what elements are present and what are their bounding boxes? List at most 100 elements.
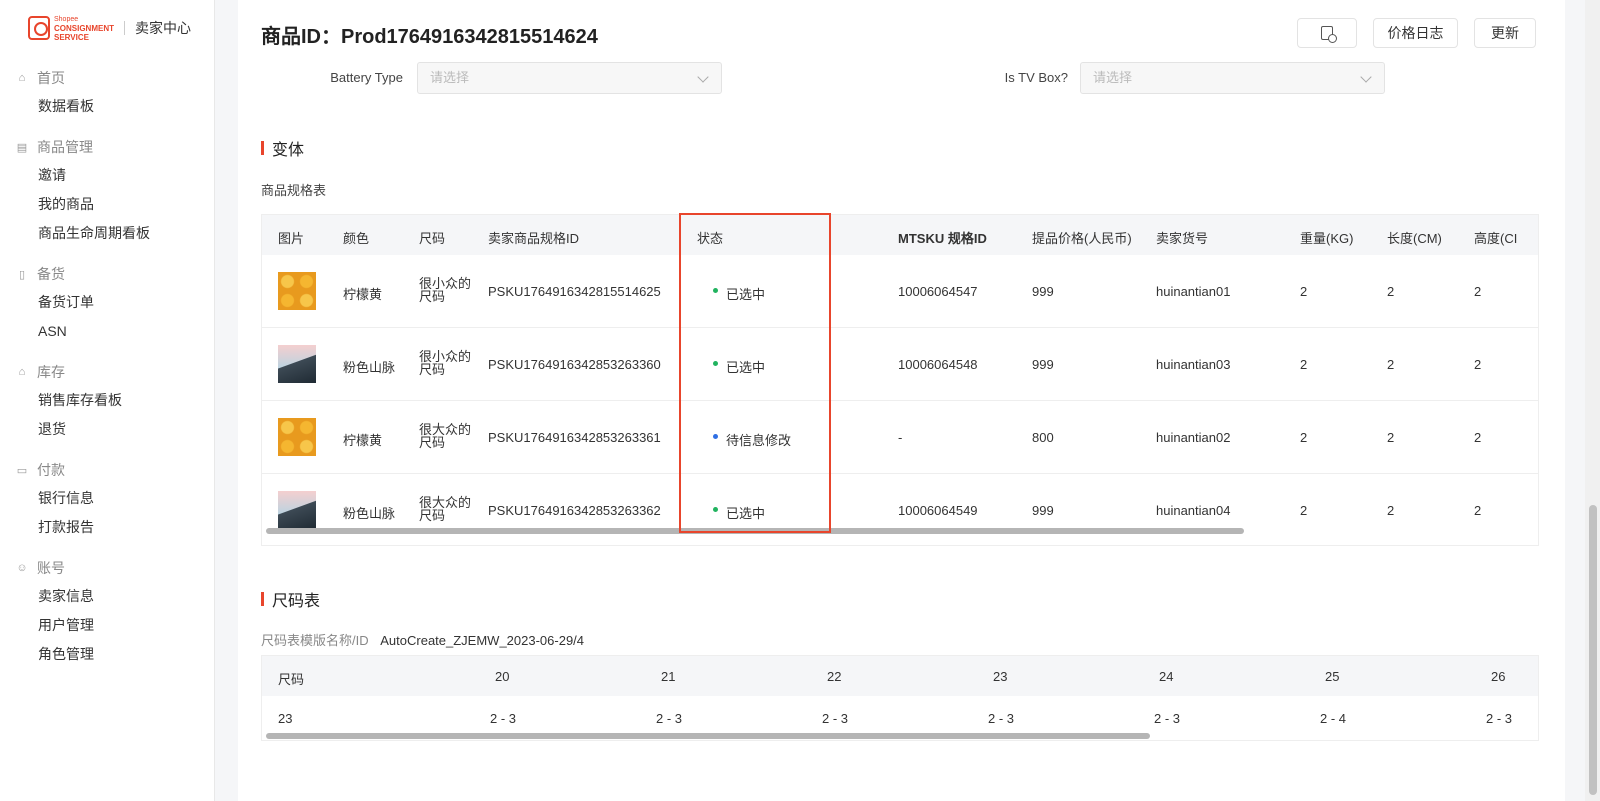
row-sku: PSKU1764916342853263360 [488, 357, 661, 372]
size-col-25: 25 [1325, 669, 1340, 684]
logo[interactable]: Shopee CONSIGNMENT SERVICE 卖家中心 [28, 12, 191, 44]
size-template-label: 尺码表模版名称/ID [261, 633, 369, 648]
tv-box-select[interactable]: 请选择 [1080, 62, 1385, 94]
page-scrollbar-thumb[interactable] [1589, 505, 1597, 795]
row-price: 800 [1032, 430, 1054, 445]
row-size: 很小众的尺码 [419, 349, 472, 377]
size-cell: 2 - 4 [1320, 711, 1347, 726]
battery-type-label: Battery Type [330, 70, 403, 85]
battery-type-placeholder: 请选择 [430, 70, 470, 85]
col-length: 长度(CM) [1387, 231, 1442, 246]
row-weight: 2 [1300, 503, 1308, 518]
nav-group-title[interactable]: ▯ 备货 [0, 260, 214, 288]
row-length: 2 [1387, 284, 1395, 299]
sidebar-item-my-products[interactable]: 我的商品 [0, 190, 214, 219]
nav-group-inventory: ⌂ 库存 销售库存看板 退货 [0, 358, 214, 444]
chevron-down-icon [1360, 71, 1372, 83]
battery-type-select[interactable]: 请选择 [417, 62, 722, 94]
row-weight: 2 [1300, 284, 1308, 299]
nav-group-products: ▤ 商品管理 邀请 我的商品 商品生命周期看板 [0, 133, 214, 248]
nav-group-title[interactable]: ▤ 商品管理 [0, 133, 214, 161]
size-col-24: 24 [1159, 669, 1174, 684]
page-title: 商品ID：Prod1764916342815514624 [261, 26, 598, 48]
variants-section-title: 变体 [261, 136, 304, 160]
user-icon: ☺ [16, 562, 28, 574]
logo-text: Shopee CONSIGNMENT SERVICE [54, 15, 114, 42]
size-cell: 2 - 3 [656, 711, 683, 726]
product-thumbnail[interactable] [278, 345, 316, 383]
nav-group-account: ☺ 账号 卖家信息 用户管理 角色管理 [0, 554, 214, 669]
size-cell: 2 - 3 [490, 711, 517, 726]
product-thumbnail[interactable] [278, 491, 316, 529]
size-row-label: 23 [278, 711, 293, 726]
row-height: 2 [1474, 357, 1482, 372]
price-log-button[interactable]: 价格日志 [1373, 18, 1458, 48]
size-col-label: 尺码 [278, 672, 305, 687]
col-color: 颜色 [343, 231, 370, 246]
logo-small: Shopee [54, 15, 79, 23]
nav-group-label: 商品管理 [37, 139, 93, 155]
table-row: 柠檬黄 很小众的尺码 PSKU1764916342815514625 已选中 1… [262, 255, 1538, 328]
row-price: 999 [1032, 503, 1054, 518]
sidebar-item-invite[interactable]: 邀请 [0, 161, 214, 190]
sidebar-item-lifecycle[interactable]: 商品生命周期看板 [0, 219, 214, 248]
logo-brand-2: SERVICE [54, 32, 89, 42]
col-price: 提品价格(人民币) [1032, 231, 1132, 246]
row-weight: 2 [1300, 357, 1308, 372]
nav-group-title[interactable]: ▭ 付款 [0, 456, 214, 484]
row-color: 粉色山脉 [343, 360, 396, 375]
row-mtsku: 10006064548 [898, 357, 978, 372]
size-chart-section-title: 尺码表 [261, 587, 320, 611]
size-chart-scrollbar[interactable] [266, 733, 1150, 739]
size-chart-title-text: 尺码表 [272, 593, 321, 610]
nav-group-label: 库存 [37, 364, 65, 380]
sidebar-item-dashboard[interactable]: 数据看板 [0, 92, 214, 121]
sidebar-item-returns[interactable]: 退货 [0, 415, 214, 444]
home-icon: ⌂ [18, 72, 26, 84]
nav-group-title[interactable]: ⌂ 库存 [0, 358, 214, 386]
row-sku: PSKU1764916342815514625 [488, 284, 661, 299]
col-image: 图片 [278, 231, 305, 246]
sidebar-item-sales-inventory[interactable]: 销售库存看板 [0, 386, 214, 415]
product-thumbnail[interactable] [278, 272, 316, 310]
variants-title-text: 变体 [272, 142, 305, 159]
size-cell: 2 - 3 [1154, 711, 1181, 726]
shopee-bag-icon [28, 16, 50, 40]
sidebar-nav: ⌂ 首页 数据看板 ▤ 商品管理 邀请 我的商品 商品生命周期看板 ▯ 备货 备货订单… [0, 64, 214, 681]
product-thumbnail[interactable] [278, 418, 316, 456]
row-length: 2 [1387, 503, 1395, 518]
size-template-value: AutoCreate_ZJEMW_2023-06-29/4 [380, 633, 585, 648]
size-chart-table: 尺码 20 21 22 23 24 25 26 23 2 - 3 2 - 3 2… [261, 655, 1539, 741]
row-seller-no: huinantian04 [1156, 503, 1231, 518]
sidebar-item-payment-report[interactable]: 打款报告 [0, 513, 214, 542]
sidebar-item-role-management[interactable]: 角色管理 [0, 640, 214, 669]
row-seller-no: huinantian02 [1156, 430, 1231, 445]
sidebar-item-stock-orders[interactable]: 备货订单 [0, 288, 214, 317]
size-col-22: 22 [827, 669, 842, 684]
sidebar-item-seller-info[interactable]: 卖家信息 [0, 582, 214, 611]
sidebar-item-user-management[interactable]: 用户管理 [0, 611, 214, 640]
sidebar-item-bank-info[interactable]: 银行信息 [0, 484, 214, 513]
nav-group-payment: ▭ 付款 银行信息 打款报告 [0, 456, 214, 542]
size-col-21: 21 [661, 669, 676, 684]
row-size: 很小众的尺码 [419, 276, 472, 304]
logo-brand-1: CONSIGNMENT [54, 23, 114, 33]
document-search-button[interactable] [1297, 18, 1357, 48]
row-size: 很大众的尺码 [419, 422, 472, 450]
col-seller-sku: 卖家商品规格ID [488, 231, 580, 246]
variant-table-header: 图片 颜色 尺码 卖家商品规格ID 状态 MTSKU 规格ID 提品价格(人民币… [262, 215, 1538, 255]
variant-table: 图片 颜色 尺码 卖家商品规格ID 状态 MTSKU 规格ID 提品价格(人民币… [261, 214, 1539, 546]
section-accent-bar [261, 592, 264, 606]
row-sku: PSKU1764916342853263362 [488, 503, 661, 518]
sidebar-item-asn[interactable]: ASN [0, 317, 214, 346]
row-sku: PSKU1764916342853263361 [488, 430, 661, 445]
row-height: 2 [1474, 284, 1482, 299]
nav-group-title[interactable]: ⌂ 首页 [0, 64, 214, 92]
row-color: 粉色山脉 [343, 506, 396, 521]
size-cell: 2 - 3 [1486, 711, 1513, 726]
size-cell: 2 - 3 [988, 711, 1015, 726]
update-button[interactable]: 更新 [1474, 18, 1536, 48]
col-size: 尺码 [419, 231, 446, 246]
seller-center-label: 卖家中心 [135, 20, 191, 36]
nav-group-title[interactable]: ☺ 账号 [0, 554, 214, 582]
